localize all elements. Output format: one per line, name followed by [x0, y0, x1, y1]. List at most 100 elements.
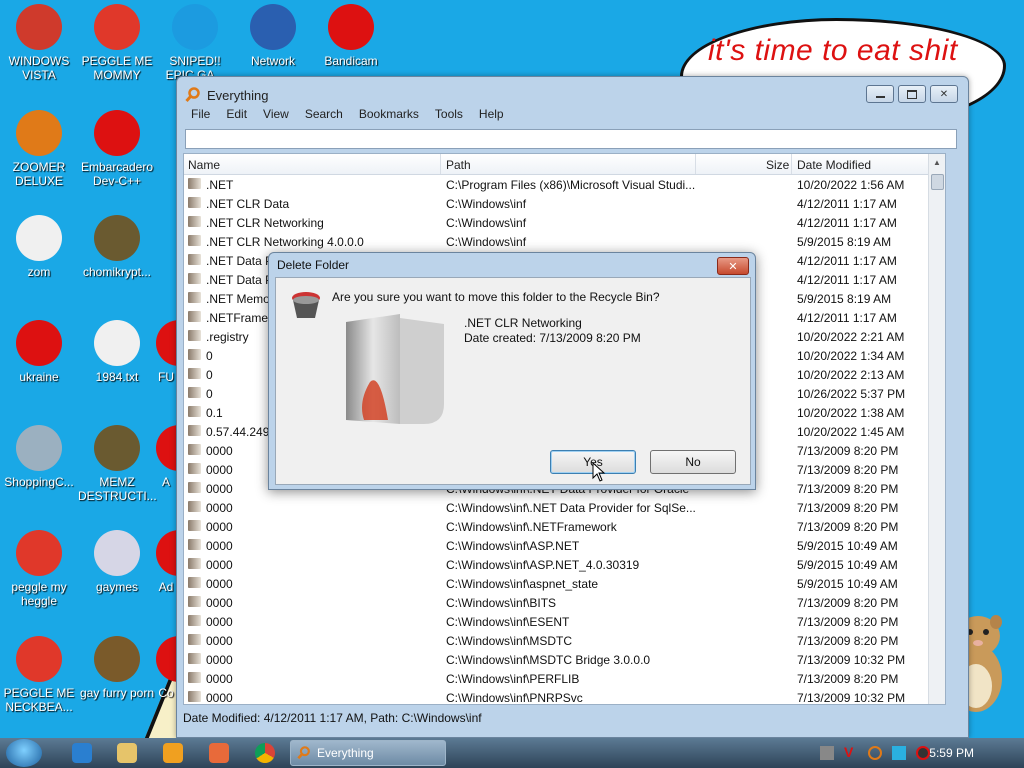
app-icon: [172, 4, 218, 50]
folder-icon: [188, 387, 201, 398]
app-icon: [94, 215, 140, 261]
menu-edit[interactable]: Edit: [218, 105, 255, 125]
table-row[interactable]: 0000 C:\Windows\inf\aspnet_state 5/9/2015 …: [184, 574, 945, 593]
menu-file[interactable]: File: [183, 105, 218, 125]
table-row[interactable]: 0000 C:\Windows\inf\PNRPSvc 7/13/2009 10:3…: [184, 688, 945, 704]
desktop-icon[interactable]: gaymes: [78, 530, 156, 594]
desktop-icon[interactable]: FU: [156, 320, 176, 384]
desktop-icon[interactable]: PEGGLE ME MOMMY: [78, 4, 156, 82]
menu-bar: File Edit View Search Bookmarks Tools He…: [183, 105, 962, 125]
desktop-icon[interactable]: ShoppingC...: [0, 425, 78, 489]
folder-icon: [188, 444, 201, 455]
desktop-icon[interactable]: SNIPED!! EPIC GA...: [156, 4, 234, 82]
desktop-icon[interactable]: Embarcadero Dev-C++: [78, 110, 156, 188]
window-titlebar[interactable]: Everything: [185, 85, 268, 105]
status-bar: Date Modified: 4/12/2011 1:17 AM, Path: …: [183, 711, 482, 725]
row-date-modified: 10/20/2022 1:45 AM: [797, 425, 905, 439]
row-name: .NET CLR Networking 4.0.0.0: [206, 235, 364, 249]
tray-search-icon[interactable]: [868, 746, 882, 760]
table-row[interactable]: 0000 C:\Windows\inf\MSDTC Bridge 3.0.0.0 7…: [184, 650, 945, 669]
menu-tools[interactable]: Tools: [427, 105, 471, 125]
desktop-icon[interactable]: Network: [234, 4, 312, 68]
maximize-icon: [907, 89, 917, 99]
menu-search[interactable]: Search: [297, 105, 351, 125]
table-row[interactable]: 0000 C:\Windows\inf\ASP.NET 5/9/2015 10:49…: [184, 536, 945, 555]
desktop-icon[interactable]: Bandicam: [312, 4, 390, 68]
desktop-icon-label: PEGGLE ME MOMMY: [81, 54, 153, 82]
vertical-scrollbar[interactable]: ▲: [928, 154, 945, 704]
menu-bookmarks[interactable]: Bookmarks: [351, 105, 427, 125]
chrome-icon[interactable]: [255, 743, 275, 763]
desktop-icon[interactable]: 1984.txt: [78, 320, 156, 384]
row-date-modified: 7/13/2009 8:20 PM: [797, 520, 899, 534]
column-separator[interactable]: [695, 154, 696, 174]
tray-record-icon[interactable]: [916, 746, 930, 760]
folder-icon: [188, 178, 201, 189]
search-input[interactable]: [185, 129, 957, 149]
app-icon: [156, 636, 176, 682]
desktop-icon[interactable]: peggle my heggle: [0, 530, 78, 608]
maximize-button[interactable]: [898, 85, 926, 103]
desktop-icon[interactable]: gay furry porn: [78, 636, 156, 700]
folder-icon: [188, 672, 201, 683]
row-path: C:\Windows\inf\MSDTC Bridge 3.0.0.0: [446, 653, 651, 667]
column-size[interactable]: Size: [766, 158, 789, 172]
column-path[interactable]: Path: [446, 158, 471, 172]
no-button[interactable]: No: [650, 450, 736, 474]
column-date-modified[interactable]: Date Modified: [797, 158, 871, 172]
desktop-icon[interactable]: chomikrypt...: [78, 215, 156, 279]
desktop-icon[interactable]: Co: [156, 636, 176, 700]
table-row[interactable]: 0000 C:\Windows\inf\ESENT 7/13/2009 8:20 P…: [184, 612, 945, 631]
table-row[interactable]: 0000 C:\Windows\inf\MSDTC 7/13/2009 8:20 P…: [184, 631, 945, 650]
table-row[interactable]: 0000 C:\Windows\inf\ASP.NET_4.0.30319 5/9/…: [184, 555, 945, 574]
desktop-icon[interactable]: A: [156, 425, 176, 489]
table-row[interactable]: .NET CLR Data C:\Windows\inf 4/12/2011 1:1…: [184, 194, 945, 213]
desktop-icon[interactable]: ukraine: [0, 320, 78, 384]
table-row[interactable]: .NET CLR Networking C:\Windows\inf 4/12/20…: [184, 213, 945, 232]
desktop-icon[interactable]: PEGGLE ME NECKBEA...: [0, 636, 78, 714]
clock[interactable]: 5:59 PM: [929, 746, 974, 760]
taskbar: Everything V 5:59 PM: [0, 738, 1024, 768]
tray-monitor-icon[interactable]: [892, 746, 906, 760]
row-name: .NET Memor: [206, 292, 274, 306]
internet-explorer-icon[interactable]: [72, 743, 92, 763]
close-button[interactable]: ✕: [930, 85, 958, 103]
row-date-modified: 7/13/2009 8:20 PM: [797, 596, 899, 610]
desktop-icon[interactable]: MEMZ DESTRUCTI...: [78, 425, 157, 503]
scroll-up-icon[interactable]: ▲: [933, 158, 941, 167]
scrollbar-thumb[interactable]: [931, 174, 944, 190]
column-name[interactable]: Name: [188, 158, 220, 172]
desktop-icon[interactable]: WINDOWS VISTA: [0, 4, 78, 82]
table-row[interactable]: 0000 C:\Windows\inf\BITS 7/13/2009 8:20 PM: [184, 593, 945, 612]
row-date-modified: 10/20/2022 2:21 AM: [797, 330, 905, 344]
desktop-icon-label: Bandicam: [324, 54, 378, 68]
column-separator[interactable]: [791, 154, 792, 174]
tray-app-icon[interactable]: [820, 746, 834, 760]
file-explorer-icon[interactable]: [117, 743, 137, 763]
app-icon[interactable]: [209, 743, 229, 763]
table-row[interactable]: .NET C:\Program Files (x86)\Microsoft Vis…: [184, 175, 945, 194]
desktop-icon[interactable]: ZOOMER DELUXE: [0, 110, 78, 188]
table-row[interactable]: 0000 C:\Windows\inf\.NETFramework 7/13/200…: [184, 517, 945, 536]
taskbar-everything-button[interactable]: Everything: [290, 740, 446, 766]
row-date-modified: 4/12/2011 1:17 AM: [797, 311, 897, 325]
menu-help[interactable]: Help: [471, 105, 512, 125]
column-separator[interactable]: [440, 154, 441, 174]
table-row[interactable]: 0000 C:\Windows\inf\.NET Data Provider fo…: [184, 498, 945, 517]
minimize-button[interactable]: [866, 85, 894, 103]
dialog-question: Are you sure you want to move this folde…: [332, 290, 660, 304]
desktop-icon[interactable]: zom: [0, 215, 78, 279]
media-player-icon[interactable]: [163, 743, 183, 763]
tray-v-icon[interactable]: V: [844, 744, 858, 760]
folder-icon: [188, 235, 201, 246]
desktop-icon-label: Co: [158, 686, 174, 700]
menu-view[interactable]: View: [255, 105, 297, 125]
table-row[interactable]: 0000 C:\Windows\inf\PERFLIB 7/13/2009 8:20…: [184, 669, 945, 688]
table-row[interactable]: .NET CLR Networking 4.0.0.0 C:\Windows\in…: [184, 232, 945, 251]
dialog-close-button[interactable]: ✕: [717, 257, 749, 275]
desktop-icon-label: WINDOWS VISTA: [8, 54, 70, 82]
start-button[interactable]: [6, 739, 42, 767]
folder-icon: [188, 501, 201, 512]
app-icon: [94, 320, 140, 366]
desktop-icon[interactable]: Ad: [156, 530, 176, 594]
